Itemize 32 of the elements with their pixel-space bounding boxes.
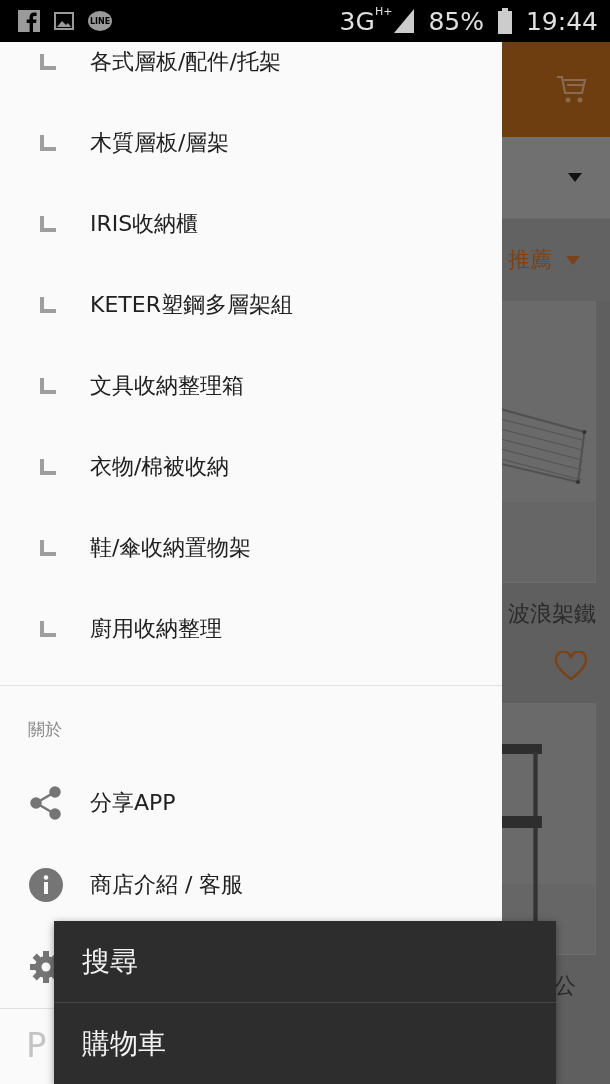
clock: 19:44 bbox=[525, 6, 598, 36]
facebook-icon bbox=[18, 10, 40, 32]
menu-item-label[interactable]: 商店介紹 / 客服 bbox=[90, 870, 244, 900]
battery-percent: 85% bbox=[428, 6, 484, 36]
chat-logo-icon: LINE bbox=[88, 11, 112, 31]
dropdown-arrow-icon[interactable] bbox=[568, 173, 582, 182]
image-icon bbox=[54, 12, 74, 30]
menu-item-label[interactable]: 分享APP bbox=[90, 788, 176, 818]
menu-item[interactable]: 搜尋 bbox=[54, 921, 556, 1002]
category-item[interactable]: 文具收納整理箱 bbox=[0, 345, 502, 426]
share-icon bbox=[28, 785, 64, 821]
category-item[interactable]: 鞋/傘收納置物架 bbox=[0, 507, 502, 588]
category-item[interactable]: 廚用收納整理 bbox=[0, 588, 502, 669]
subitem-icon bbox=[40, 134, 56, 151]
category-item[interactable]: 衣物/棉被收納 bbox=[0, 426, 502, 507]
section-title: 關於 bbox=[27, 718, 63, 741]
info-icon bbox=[28, 867, 64, 903]
heart-icon[interactable] bbox=[554, 651, 588, 681]
signal-icon bbox=[394, 9, 415, 33]
subitem-icon bbox=[40, 377, 56, 394]
menu-item[interactable]: 購物車 bbox=[54, 1002, 556, 1084]
category-item[interactable]: KETER塑鋼多層架組 bbox=[0, 264, 502, 345]
subitem-icon bbox=[40, 215, 56, 232]
subitem-icon bbox=[40, 539, 56, 556]
category-item[interactable]: 木質層板/層架 bbox=[0, 102, 502, 183]
battery-icon bbox=[497, 8, 512, 34]
subitem-icon bbox=[40, 296, 56, 313]
subitem-icon bbox=[40, 458, 56, 475]
cart-icon[interactable] bbox=[556, 74, 588, 105]
category-item[interactable]: IRIS收納櫃 bbox=[0, 183, 502, 264]
subitem-icon bbox=[40, 620, 56, 637]
subitem-icon bbox=[40, 53, 56, 70]
